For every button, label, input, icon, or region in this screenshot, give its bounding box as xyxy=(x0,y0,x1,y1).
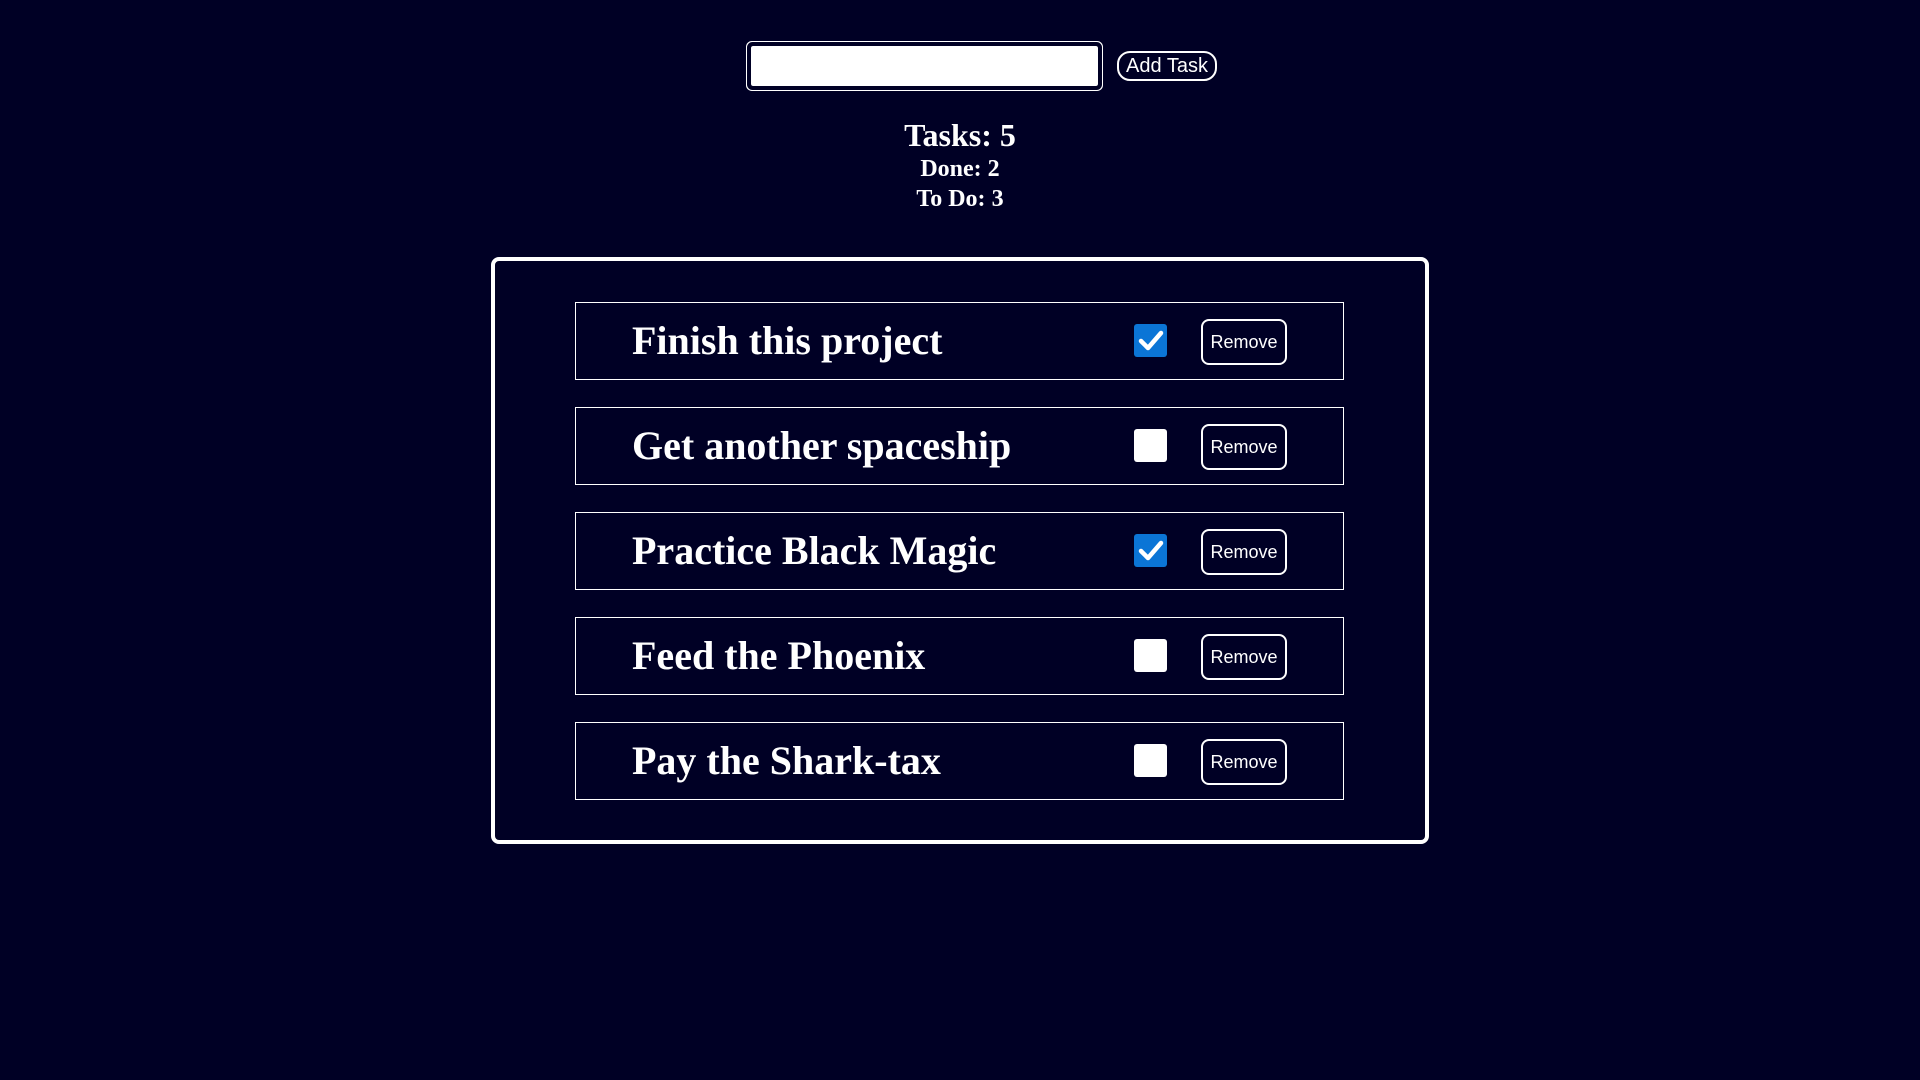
task-done-checkbox[interactable] xyxy=(1134,744,1167,777)
add-task-button[interactable]: Add Task xyxy=(1117,51,1217,81)
stat-done: Done: 2 xyxy=(0,154,1920,184)
task-name: Finish this project xyxy=(632,318,943,363)
remove-task-button[interactable]: Remove xyxy=(1201,739,1287,785)
task-row: Practice Black Magic Remove xyxy=(575,512,1344,590)
task-done-checkbox[interactable] xyxy=(1134,534,1167,567)
checkmark-icon xyxy=(1138,330,1164,351)
task-row: Get another spaceship Remove xyxy=(575,407,1344,485)
stat-todo-value: 3 xyxy=(991,186,1004,212)
checkmark-icon xyxy=(1138,540,1164,561)
remove-task-button[interactable]: Remove xyxy=(1201,634,1287,680)
remove-task-button[interactable]: Remove xyxy=(1201,529,1287,575)
task-done-checkbox[interactable] xyxy=(1134,639,1167,672)
task-input[interactable] xyxy=(749,44,1101,88)
task-row: Finish this project Remove xyxy=(575,302,1344,380)
task-name: Practice Black Magic xyxy=(632,528,997,573)
stat-total-label: Tasks: xyxy=(904,117,992,153)
task-done-checkbox[interactable] xyxy=(1134,324,1167,357)
stat-todo-label: To Do: xyxy=(916,186,986,212)
task-list: Finish this project Remove Get another s… xyxy=(491,257,1429,844)
stat-done-value: 2 xyxy=(987,156,1000,182)
stat-total: Tasks: 5 xyxy=(0,116,1920,154)
remove-task-button[interactable]: Remove xyxy=(1201,319,1287,365)
task-name: Pay the Shark-tax xyxy=(632,738,941,783)
task-stats: Tasks: 5 Done: 2 To Do: 3 xyxy=(0,116,1920,214)
task-name: Feed the Phoenix xyxy=(632,633,926,678)
stat-total-value: 5 xyxy=(999,117,1016,153)
task-row: Pay the Shark-tax Remove xyxy=(575,722,1344,800)
task-done-checkbox[interactable] xyxy=(1134,429,1167,462)
add-task-form: Add Task xyxy=(24,44,1920,88)
stat-todo: To Do: 3 xyxy=(0,184,1920,214)
stat-done-label: Done: xyxy=(920,156,982,182)
task-name: Get another spaceship xyxy=(632,423,1012,468)
remove-task-button[interactable]: Remove xyxy=(1201,424,1287,470)
task-row: Feed the Phoenix Remove xyxy=(575,617,1344,695)
